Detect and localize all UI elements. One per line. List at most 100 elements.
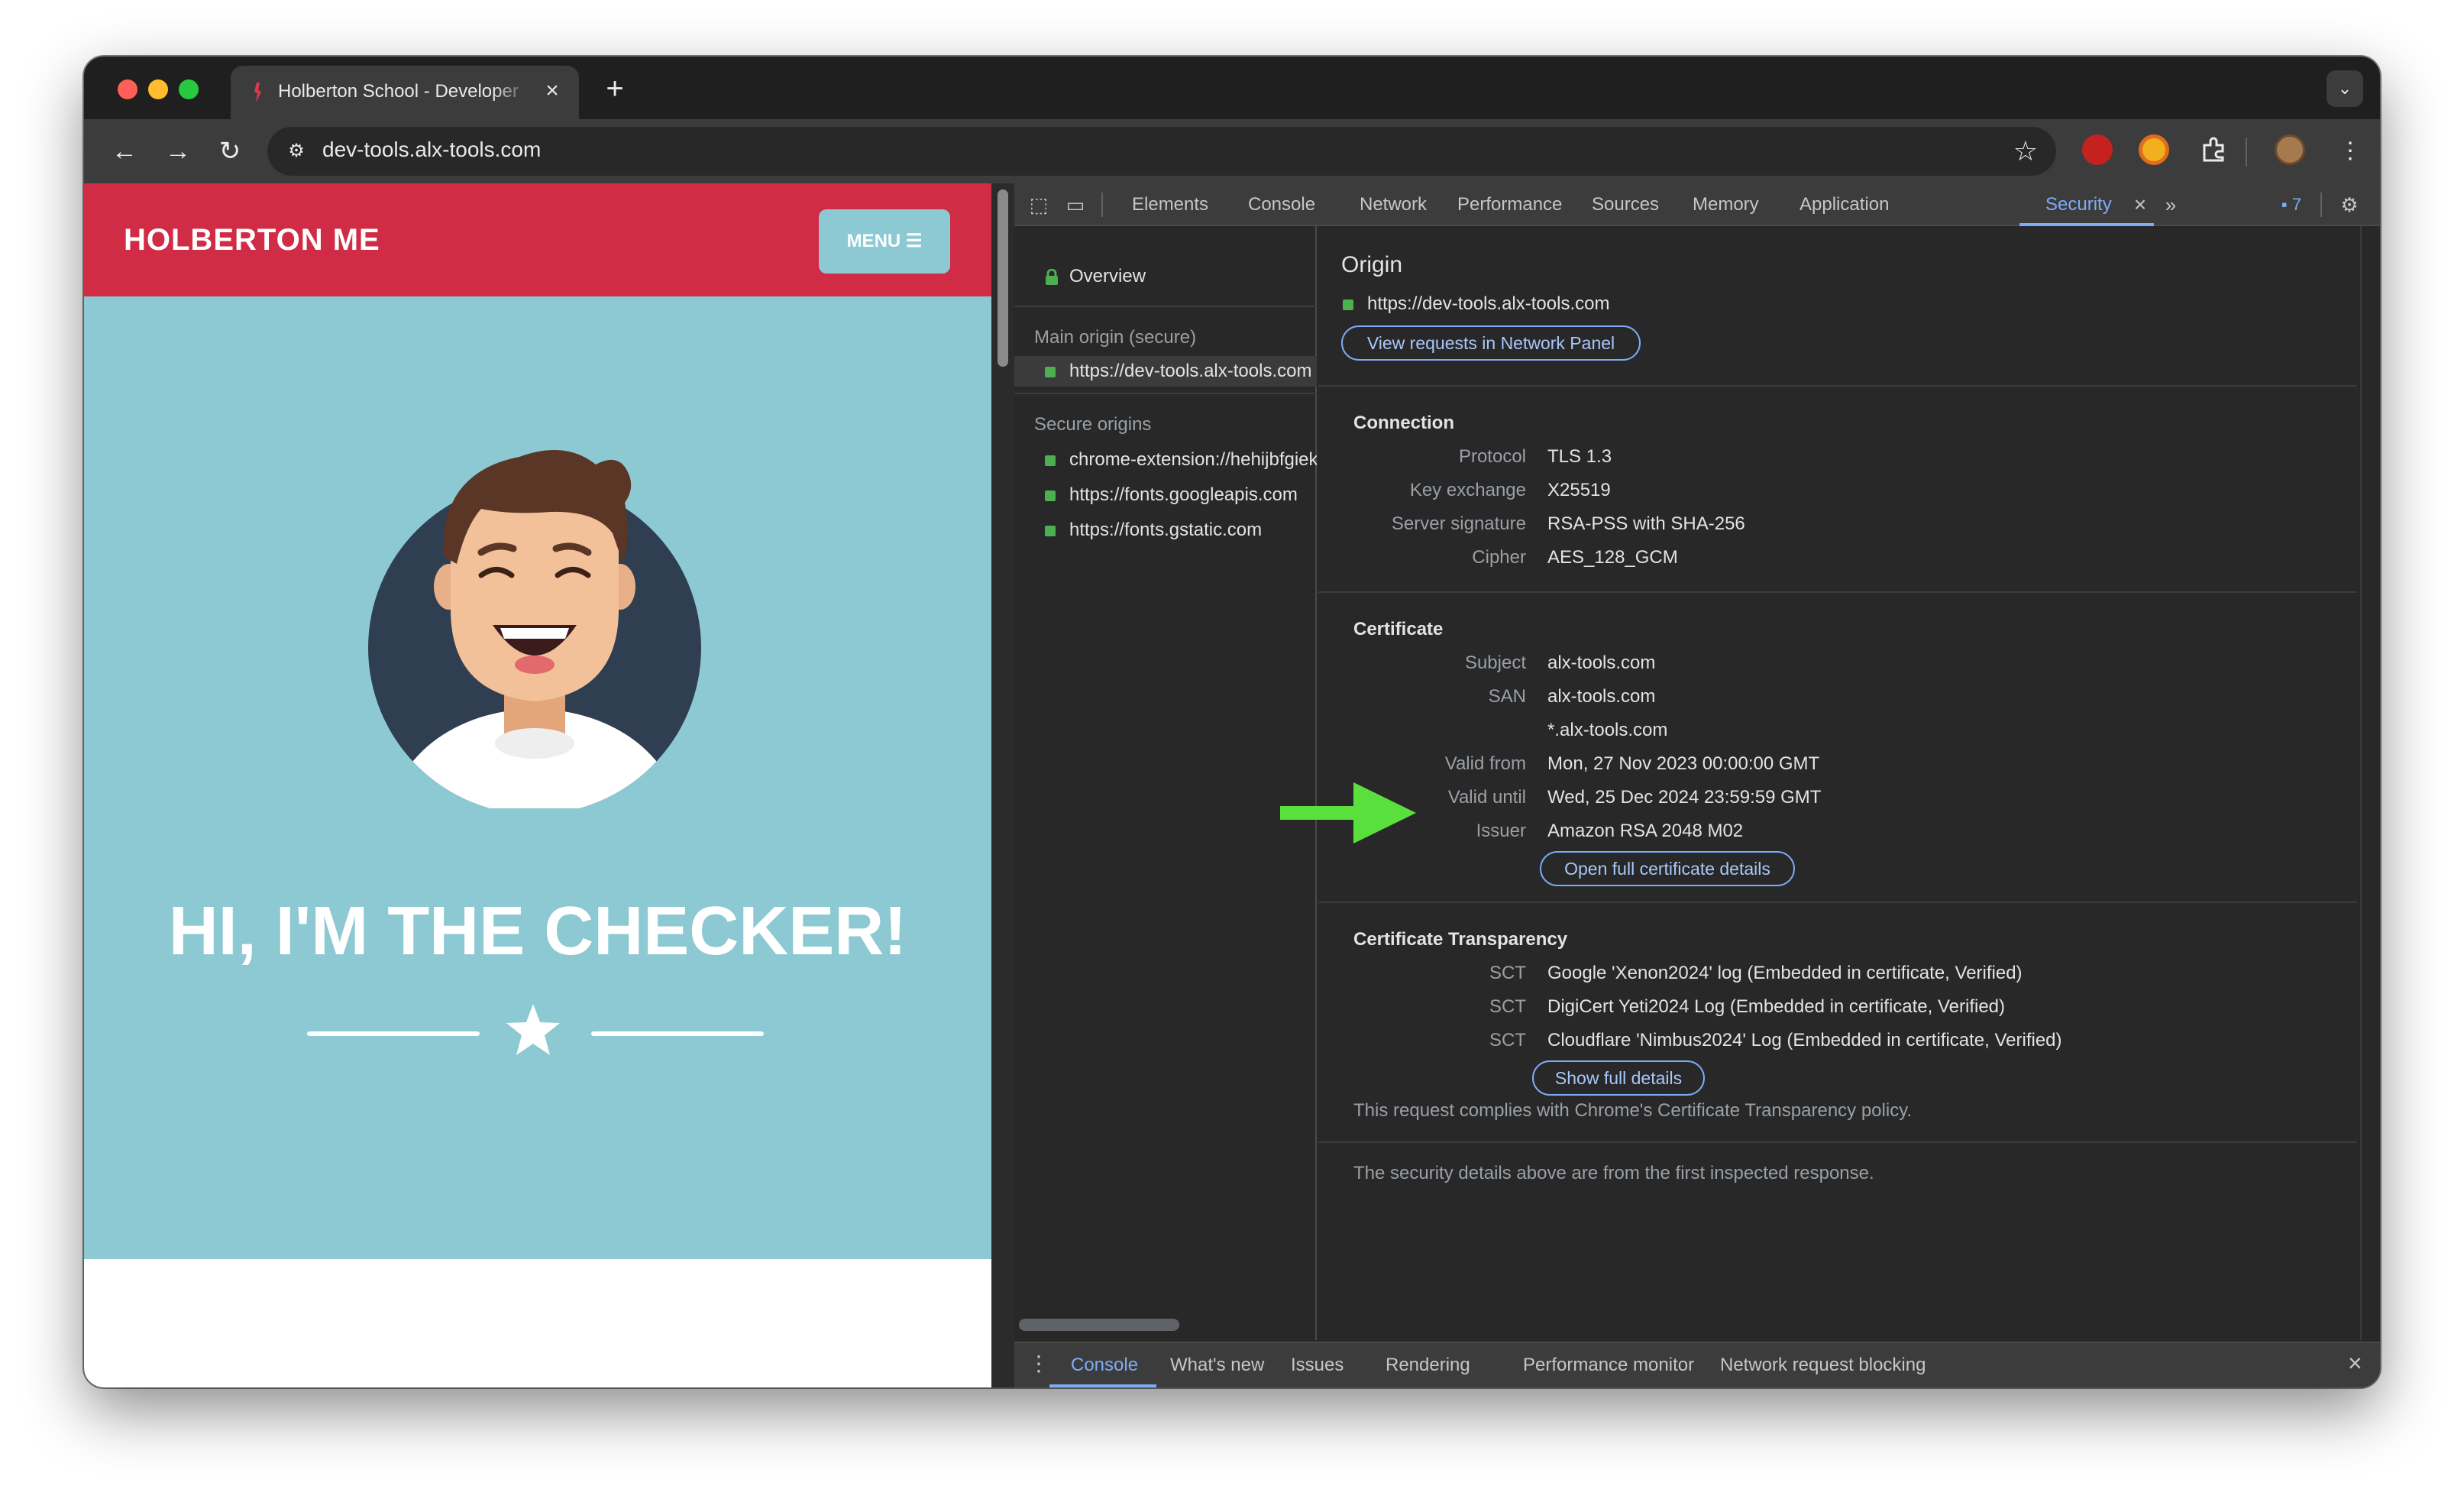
- key-exchange-value: X25519: [1547, 480, 1611, 500]
- origin-title: Origin: [1341, 252, 1403, 277]
- details-vertical-scrollbar[interactable]: [2360, 226, 2380, 1340]
- tab-search-button[interactable]: ⌄: [2327, 70, 2363, 107]
- drawer-tab-rendering[interactable]: Rendering: [1386, 1355, 1470, 1376]
- back-button[interactable]: ←: [107, 134, 142, 170]
- cipher-label: Cipher: [1472, 547, 1526, 568]
- tab-sources[interactable]: Sources: [1592, 194, 1659, 215]
- server-signature-label: Server signature: [1391, 513, 1526, 534]
- security-footnote: The security details above are from the …: [1353, 1163, 1874, 1183]
- cookie-extension-icon[interactable]: [2139, 134, 2169, 165]
- secure-origins-heading: Secure origins: [1034, 414, 1152, 435]
- section-divider: [1318, 385, 2357, 387]
- window-maximize-button[interactable]: [179, 79, 199, 99]
- security-details: Origin https://dev-tools.alx-tools.com V…: [1318, 226, 2380, 1340]
- hero-divider-right: [591, 1031, 764, 1036]
- drawer-menu-icon[interactable]: ⋮: [1028, 1351, 1049, 1376]
- drawer-tab-whats-new[interactable]: What's new: [1170, 1355, 1264, 1376]
- site-header: HOLBERTON ME MENU ☰: [84, 183, 991, 296]
- new-tab-button[interactable]: +: [597, 72, 632, 107]
- san-value: alx-tools.com: [1547, 686, 1656, 707]
- tune-icon[interactable]: ⚙: [283, 138, 310, 165]
- holberton-favicon-icon: [254, 83, 261, 102]
- window-close-button[interactable]: [118, 79, 137, 99]
- view-requests-button[interactable]: View requests in Network Panel: [1341, 325, 1641, 361]
- valid-from-label: Valid from: [1444, 753, 1526, 774]
- security-tab-close-icon[interactable]: ×: [2126, 189, 2154, 220]
- hero-section: HI, I'M THE CHECKER!: [84, 296, 991, 1259]
- open-certificate-details-button[interactable]: Open full certificate details: [1540, 851, 1795, 886]
- tab-security[interactable]: Security: [2045, 194, 2112, 215]
- san-label: SAN: [1488, 686, 1526, 707]
- settings-gear-icon[interactable]: ⚙: [2334, 189, 2365, 220]
- sidebar-overview[interactable]: Overview: [1069, 266, 1146, 287]
- kebab-menu-icon[interactable]: ⋮: [2333, 134, 2368, 170]
- sct-value: Google 'Xenon2024' log (Embedded in cert…: [1547, 963, 2023, 983]
- sidebar-item-origin[interactable]: chrome-extension://hehijbfgiekmjfkfjpbkb…: [1045, 445, 1317, 475]
- drawer-tab-issues[interactable]: Issues: [1291, 1355, 1344, 1376]
- sidebar-item-origin[interactable]: https://fonts.gstatic.com: [1045, 515, 1317, 546]
- tab-performance[interactable]: Performance: [1457, 194, 1562, 215]
- protocol-label: Protocol: [1458, 446, 1526, 467]
- tab-network[interactable]: Network: [1360, 194, 1427, 215]
- tab-application[interactable]: Application: [1799, 194, 1889, 215]
- protocol-value: TLS 1.3: [1547, 446, 1612, 467]
- sct-label: SCT: [1489, 1030, 1526, 1051]
- main-origin-heading: Main origin (secure): [1034, 327, 1197, 348]
- web-page: HOLBERTON ME MENU ☰ HI, I'M THE CHECKER!: [84, 183, 991, 1387]
- window-minimize-button[interactable]: [148, 79, 168, 99]
- subject-value: alx-tools.com: [1547, 652, 1656, 673]
- transparency-title: Certificate Transparency: [1353, 929, 1568, 950]
- browser-window: Holberton School - Developer × + ⌄ ← → ↻…: [84, 57, 2380, 1387]
- tab-elements[interactable]: Elements: [1132, 194, 1208, 215]
- drawer-tab-performance-monitor[interactable]: Performance monitor: [1523, 1355, 1694, 1376]
- hero-divider-left: [307, 1031, 480, 1036]
- puzzle-icon[interactable]: [2198, 134, 2229, 165]
- drawer-active-indicator: [1049, 1384, 1156, 1387]
- more-tabs-icon[interactable]: »: [2155, 189, 2186, 220]
- devtools-kebab-icon[interactable]: ⋮: [2377, 189, 2380, 220]
- devtools-tab-bar: ⬚ ▭ Elements Console Network Performance…: [1014, 183, 2380, 226]
- issues-counter[interactable]: ▪ 7: [2268, 189, 2314, 220]
- valid-from-value: Mon, 27 Nov 2023 00:00:00 GMT: [1547, 753, 1820, 774]
- inspect-element-icon[interactable]: ⬚: [1023, 189, 1054, 220]
- show-full-details-button[interactable]: Show full details: [1532, 1060, 1705, 1096]
- reload-button[interactable]: ↻: [212, 134, 247, 170]
- address-url[interactable]: dev-tools.alx-tools.com: [322, 138, 541, 162]
- browser-tab[interactable]: Holberton School - Developer ×: [231, 66, 579, 119]
- page-scrollbar[interactable]: [991, 183, 1014, 1387]
- sidebar-item-main-origin[interactable]: https://dev-tools.alx-tools.com: [1014, 356, 1317, 387]
- issuer-value: Amazon RSA 2048 M02: [1547, 821, 1744, 841]
- forward-button[interactable]: →: [160, 134, 196, 170]
- key-exchange-label: Key exchange: [1409, 480, 1526, 500]
- sidebar-item-origin[interactable]: https://fonts.googleapis.com: [1045, 480, 1317, 510]
- star-icon[interactable]: ☆: [2013, 134, 2038, 168]
- page-scrollbar-thumb[interactable]: [998, 189, 1008, 367]
- drawer-close-icon[interactable]: ×: [2348, 1349, 2362, 1378]
- drawer-tab-network-request-blocking[interactable]: Network request blocking: [1720, 1355, 1926, 1376]
- profile-avatar[interactable]: [2275, 134, 2305, 165]
- browser-toolbar: ← → ↻ ⚙ dev-tools.alx-tools.com ☆ ⋮: [84, 119, 2380, 183]
- section-divider: [1318, 902, 2357, 903]
- hero-title: HI, I'M THE CHECKER!: [168, 893, 907, 970]
- menu-button[interactable]: MENU ☰: [819, 209, 950, 274]
- tab-memory[interactable]: Memory: [1693, 194, 1759, 215]
- ublock-icon[interactable]: [2082, 134, 2113, 165]
- star-divider-icon: [506, 1004, 560, 1055]
- tab-console[interactable]: Console: [1248, 194, 1315, 215]
- drawer-tab-console[interactable]: Console: [1071, 1355, 1138, 1376]
- sidebar-item-label: chrome-extension://hehijbfgiekmjfkfjpbkb…: [1069, 449, 1317, 470]
- secure-dot-icon: [1045, 526, 1056, 536]
- section-divider: [1318, 591, 2357, 593]
- site-logo[interactable]: HOLBERTON ME: [124, 223, 380, 257]
- secure-dot-icon: [1343, 299, 1353, 310]
- tab-close-icon[interactable]: ×: [538, 76, 567, 105]
- san-value-wildcard: *.alx-tools.com: [1547, 720, 1668, 740]
- address-bar[interactable]: ⚙ dev-tools.alx-tools.com ☆: [267, 127, 2056, 176]
- tab-separator: [1101, 193, 1103, 217]
- secure-dot-icon: [1045, 455, 1056, 466]
- device-toolbar-icon[interactable]: ▭: [1060, 189, 1091, 220]
- cipher-value: AES_128_GCM: [1547, 547, 1678, 568]
- green-arrow-annotation: [1280, 782, 1416, 843]
- sidebar-horizontal-scrollbar[interactable]: [1019, 1319, 1179, 1331]
- sidebar-divider: [1014, 306, 1317, 307]
